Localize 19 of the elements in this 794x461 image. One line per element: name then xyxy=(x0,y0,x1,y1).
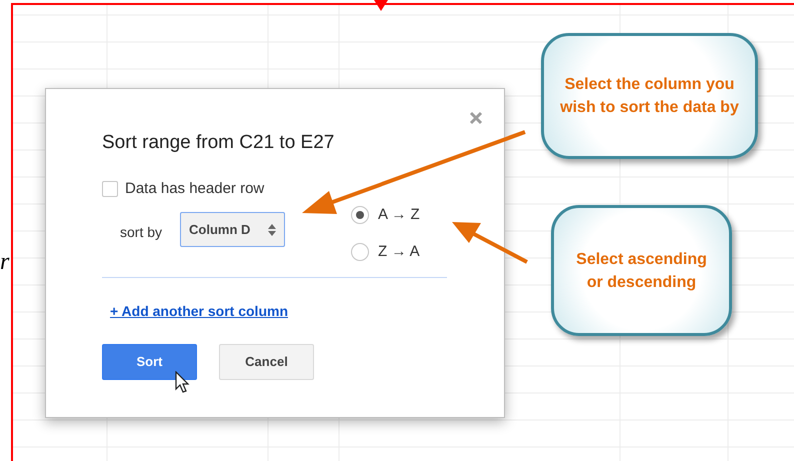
marker-icon xyxy=(374,0,388,12)
cancel-button[interactable]: Cancel xyxy=(219,344,314,380)
radio-button[interactable] xyxy=(351,206,370,224)
checkbox-label: Data has header row xyxy=(125,178,264,198)
callout-text: Select the column you wish to sort the data by xyxy=(559,75,740,118)
radio-button[interactable] xyxy=(351,242,370,261)
dialog-title: Sort range from C21 to E27 xyxy=(102,131,334,155)
mouse-cursor-icon xyxy=(175,371,190,394)
radio-label: Z → A xyxy=(378,242,420,262)
column-select[interactable]: Column D xyxy=(180,212,286,247)
header-row-checkbox[interactable] xyxy=(102,180,118,197)
add-sort-column-link[interactable]: + Add another sort column xyxy=(110,301,288,322)
sort-button[interactable]: Sort xyxy=(102,344,197,380)
radio-label: A → Z xyxy=(378,205,420,225)
close-button[interactable] xyxy=(467,109,485,127)
stepper-icon xyxy=(268,224,276,236)
sort-by-label: sort by xyxy=(120,223,162,242)
callout-text: Select ascending or descending xyxy=(575,250,708,292)
side-letter: r xyxy=(0,248,10,277)
